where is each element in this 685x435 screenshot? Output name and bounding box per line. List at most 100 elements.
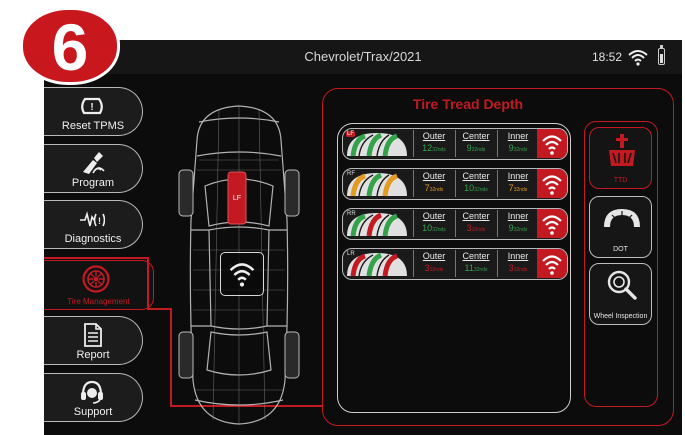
sidebar-item-support[interactable]: Support <box>44 373 143 422</box>
tire-row[interactable]: RR Outer 1032nds Center 332nds Inner 932nds <box>342 208 568 240</box>
tire-position: RR <box>347 211 356 217</box>
tread-value: 332nds <box>498 262 538 277</box>
tread-value: 1232nds <box>414 142 454 157</box>
sensor-read-button[interactable] <box>537 169 567 198</box>
tread-tools-column: TTD DOT Wheel Inspection <box>584 121 658 407</box>
tire-position: LR <box>347 251 355 257</box>
dot-button[interactable]: DOT <box>589 196 652 258</box>
tread-value: 332nds <box>414 262 454 277</box>
support-icon <box>81 380 103 404</box>
tread-unit: 32nds <box>513 267 528 273</box>
tire-position: RF <box>347 171 355 177</box>
tread-column-center: Center 932nds <box>455 130 496 157</box>
tread-header: Outer <box>422 251 446 261</box>
tread-header: Outer <box>422 171 446 181</box>
tread-column-inner: Inner 732nds <box>497 170 538 197</box>
wifi-icon <box>542 215 562 235</box>
left-front-wheel-label: LF <box>233 195 241 202</box>
sidebar-item-reset-tpms[interactable]: ! Reset TPMS <box>44 87 143 136</box>
tread-header: Center <box>462 211 490 221</box>
sensor-read-button[interactable] <box>537 249 567 278</box>
sensor-read-button[interactable] <box>537 209 567 238</box>
wheel-inspection-button[interactable]: Wheel Inspection <box>589 263 652 325</box>
tire-management-icon <box>82 265 110 293</box>
tread-value: 732nds <box>498 182 538 197</box>
sidebar-item-tire-management[interactable]: Tire Management <box>44 260 154 310</box>
tread-unit: 32nds <box>471 147 486 153</box>
tread-unit: 32nds <box>432 227 446 233</box>
wifi-icon <box>542 135 562 155</box>
reset-tpms-icon: ! <box>81 97 103 115</box>
active-tab-connector <box>44 257 149 259</box>
battery-icon <box>658 45 665 65</box>
sidebar-item-report[interactable]: Report <box>44 316 143 365</box>
tread-column-outer: Outer 332nds <box>413 250 454 277</box>
wifi-icon <box>542 175 562 195</box>
tread-depth: 10 <box>464 183 475 193</box>
wifi-icon <box>542 255 562 275</box>
tire-tread-panel: Tire Tread Depth LF Outer 1232nds Center 932… <box>322 88 674 426</box>
sidebar-label: Tire Management <box>67 297 130 306</box>
panel-title: Tire Tread Depth <box>412 96 524 112</box>
sidebar-label: Program <box>71 177 115 189</box>
tire-row[interactable]: RF Outer 732nds Center 1032nds Inner 732nds <box>342 168 568 200</box>
tread-unit: 32nds <box>429 187 444 193</box>
ttd-button[interactable]: TTD <box>589 127 652 189</box>
tread-column-center: Center 1132nds <box>455 250 496 277</box>
sensor-wifi-icon <box>220 252 264 296</box>
tool-label: Wheel Inspection <box>593 313 648 320</box>
active-tab-connector <box>147 258 149 308</box>
tread-column-outer: Outer 1032nds <box>413 210 454 237</box>
tread-unit: 32nds <box>513 227 528 233</box>
dot-icon <box>604 209 640 227</box>
tread-depth: 10 <box>422 223 433 233</box>
tread-header: Center <box>462 171 490 181</box>
step-number: 6 <box>51 10 89 84</box>
tread-value: 932nds <box>498 222 538 237</box>
sidebar-item-program[interactable]: Program <box>44 144 143 193</box>
tread-value: 1132nds <box>456 262 496 277</box>
tread-column-inner: Inner 332nds <box>497 250 538 277</box>
svg-text:!: ! <box>90 102 93 113</box>
sidebar-item-diagnostics[interactable]: ! Diagnostics <box>44 200 143 249</box>
wheel-inspection-icon <box>607 270 637 300</box>
tool-label: DOT <box>613 246 628 253</box>
tread-header: Outer <box>422 211 446 221</box>
svg-text:!: ! <box>98 216 101 226</box>
tread-header: Inner <box>507 171 529 181</box>
tread-depth-icon <box>609 134 635 166</box>
tread-depth: 11 <box>464 263 474 273</box>
tread-header: Outer <box>422 131 446 141</box>
tread-value: 332nds <box>456 222 496 237</box>
tread-value: 732nds <box>414 182 454 197</box>
tread-value: 1032nds <box>414 222 454 237</box>
tread-header: Center <box>462 251 490 261</box>
tread-unit: 32nds <box>471 227 486 233</box>
tread-unit: 32nds <box>513 147 528 153</box>
step-number-badge: 6 <box>20 7 120 85</box>
tread-unit: 32nds <box>429 267 444 273</box>
tire-position: LF <box>346 131 356 137</box>
tread-unit: 32nds <box>474 187 488 193</box>
tire-row[interactable]: LR Outer 332nds Center 1132nds Inner 332nds <box>342 248 568 280</box>
status-bar: Chevrolet/Trax/2021 18:52 <box>44 40 682 74</box>
tpms-tool-screen: Chevrolet/Trax/2021 18:52 ! Reset TPMS P… <box>44 40 682 435</box>
wifi-status-icon <box>628 50 648 66</box>
tread-unit: 32nds <box>432 147 446 153</box>
sidebar-label: Report <box>76 349 110 361</box>
tread-column-center: Center 1032nds <box>455 170 496 197</box>
clock: 18:52 <box>592 50 623 64</box>
tread-unit: 32nds <box>513 187 528 193</box>
program-icon <box>83 152 105 174</box>
tread-unit: 32nds <box>473 267 488 273</box>
tread-value: 932nds <box>498 142 538 157</box>
tread-column-inner: Inner 932nds <box>497 210 538 237</box>
tread-column-outer: Outer 1232nds <box>413 130 454 157</box>
tread-column-outer: Outer 732nds <box>413 170 454 197</box>
tool-label: TTD <box>613 177 628 184</box>
sidebar-label: Diagnostics <box>64 233 122 245</box>
tread-depth: 12 <box>422 143 433 153</box>
tread-header: Inner <box>507 131 529 141</box>
tire-row[interactable]: LF Outer 1232nds Center 932nds Inner 932nds <box>342 128 568 160</box>
sensor-read-button[interactable] <box>537 129 567 158</box>
